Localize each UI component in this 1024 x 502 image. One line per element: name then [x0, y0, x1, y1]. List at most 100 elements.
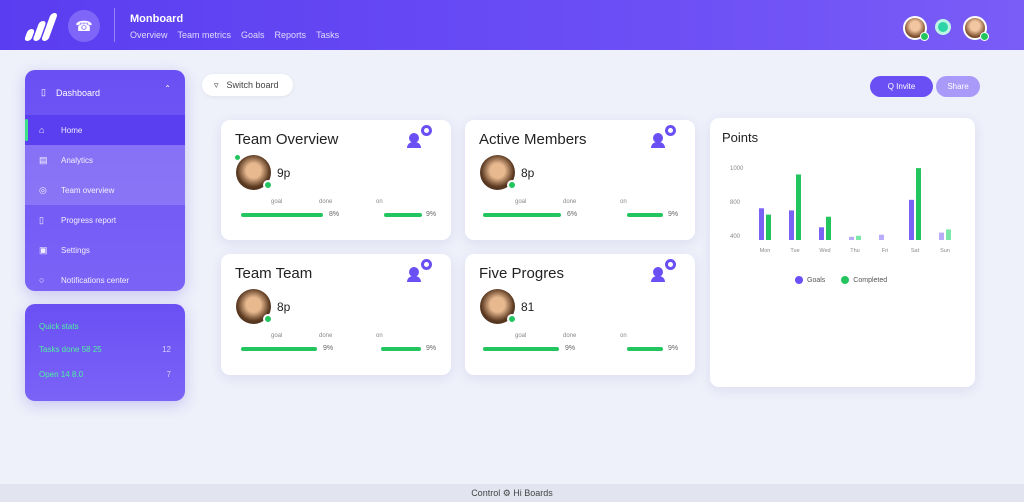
legend-label: Completed [853, 276, 888, 284]
bell-icon: ○ [39, 275, 45, 285]
five-progress-card[interactable]: Five Progres 81 goal done on 9% 9% [465, 254, 695, 375]
home-icon: ⌂ [39, 125, 45, 135]
stat-label: Tasks done 58 25 [39, 345, 102, 354]
app-logo[interactable] [23, 13, 59, 41]
mini-label: on [620, 333, 627, 339]
x-tick-label: Fri [882, 248, 888, 254]
nav-item[interactable]: Goals [241, 30, 265, 40]
chart-icon: ▤ [39, 154, 48, 165]
active-members-card[interactable]: Active Members 8p goal done on 6% 9% [465, 120, 695, 240]
member-count: 9p [277, 166, 291, 180]
mini-label: on [620, 199, 627, 205]
user-add-icon[interactable] [407, 259, 435, 285]
report-icon: ▯ [39, 214, 44, 225]
board-switcher-label: Switch board [226, 80, 279, 90]
progress-label: 9% [668, 345, 679, 352]
sidebar-item-team[interactable]: ◎ Team overview [25, 175, 185, 205]
online-status-dot [920, 32, 929, 41]
phone-icon[interactable]: ☎ [68, 10, 100, 42]
progress-bar [627, 213, 663, 217]
chart-bar[interactable] [856, 235, 861, 240]
quick-stats-panel: Quick stats Tasks done 58 25 12 Open 14 … [25, 304, 185, 401]
status-icon[interactable] [935, 19, 951, 35]
card-title: Active Members [479, 131, 587, 148]
nav-item[interactable]: Overview [130, 30, 168, 40]
progress-bar [241, 347, 317, 351]
dashboard-icon: ▯ [41, 87, 46, 97]
y-tick-label: 1000 [730, 166, 744, 172]
card-title: Team Team [235, 265, 313, 282]
nav-item[interactable]: Reports [275, 30, 307, 40]
sidebar-item-label: Team overview [61, 185, 115, 195]
chart-bar[interactable] [916, 168, 921, 240]
progress-bar [241, 213, 323, 217]
progress-label: 9% [426, 345, 437, 352]
chart-bar[interactable] [789, 210, 794, 240]
nav-item[interactable]: Team metrics [178, 30, 232, 40]
board-switcher[interactable]: ▿ Switch board [202, 74, 293, 96]
member-count: 8p [277, 300, 291, 314]
x-tick-label: Tue [790, 248, 799, 254]
member-count: 8p [521, 166, 535, 180]
nav-item[interactable]: Tasks [316, 30, 339, 40]
sidebar-item-label: Notifications center [61, 275, 130, 285]
x-tick-label: Sat [911, 248, 920, 254]
progress-label: 6% [567, 211, 578, 218]
users-icon: ◎ [39, 184, 47, 195]
team-overview-card[interactable]: Team Overview 9p goal done on 8% 9% [221, 120, 451, 240]
chart-bar[interactable] [879, 234, 884, 240]
chart-bar[interactable] [796, 174, 801, 240]
chart-bar[interactable] [826, 216, 831, 240]
progress-bar [483, 213, 561, 217]
quick-stats-title: Quick stats [39, 322, 79, 331]
points-chart-card: Points 1000 800 400 Mon Tue Wed Thu Fri Sat Sun G… [710, 118, 975, 387]
user-add-icon[interactable] [651, 125, 679, 151]
chart-bar[interactable] [759, 208, 764, 240]
legend-item: Completed [841, 276, 887, 284]
x-tick-label: Sun [940, 248, 950, 254]
sidebar-item-label: Analytics [61, 155, 94, 165]
invite-button[interactable]: Q Invite [870, 76, 933, 97]
sidebar-header[interactable]: ▯ Dashboard ⌃ [25, 70, 185, 115]
quick-stats-row: Tasks done 58 25 12 [39, 345, 171, 354]
progress-label: 9% [323, 345, 334, 352]
sidebar: ▯ Dashboard ⌃ ⌂ Home ▤ Analytics ◎ Team … [25, 70, 185, 291]
mini-label: done [319, 199, 333, 205]
mini-label: done [319, 333, 333, 339]
card-title: Five Progres [479, 265, 565, 282]
progress-label: 9% [668, 211, 679, 218]
progress-bar [381, 347, 421, 351]
share-button[interactable]: Share [936, 76, 980, 97]
chart-bar[interactable] [909, 199, 914, 240]
y-tick-label: 400 [730, 234, 741, 240]
sidebar-item-progress[interactable]: ▯ Progress report [25, 205, 185, 235]
sidebar-item-analytics[interactable]: ▤ Analytics [25, 145, 185, 175]
chart-bar[interactable] [939, 232, 944, 240]
sidebar-item-label: Home [61, 125, 83, 135]
user-add-icon[interactable] [407, 125, 435, 151]
user-add-icon[interactable] [651, 259, 679, 285]
mini-label: goal [515, 199, 527, 205]
mini-label: on [376, 199, 383, 205]
sidebar-item-notifications[interactable]: ○ Notifications center [25, 265, 185, 291]
sidebar-item-home[interactable]: ⌂ Home [25, 115, 185, 145]
x-tick-label: Wed [819, 248, 830, 254]
sidebar-title: Dashboard [55, 87, 100, 98]
sidebar-item-settings[interactable]: ▣ Settings [25, 235, 185, 265]
chart-legend: Goals Completed [795, 276, 887, 284]
app-title: Monboard [130, 13, 184, 25]
x-tick-label: Mon [760, 248, 771, 254]
mini-label: on [376, 333, 383, 339]
chevron-up-icon[interactable]: ⌃ [164, 84, 171, 93]
card-title: Team Overview [235, 131, 339, 148]
chart-bar[interactable] [819, 227, 824, 240]
mini-label: goal [515, 333, 527, 339]
chart-bar[interactable] [849, 236, 854, 240]
team-card[interactable]: Team Team 8p goal done on 9% 9% [221, 254, 451, 375]
progress-bar [483, 347, 559, 351]
chart-bar[interactable] [946, 229, 951, 240]
progress-label: 8% [329, 211, 340, 218]
member-count: 81 [521, 300, 535, 314]
legend-item: Goals [795, 276, 825, 284]
chart-bar[interactable] [766, 214, 771, 240]
